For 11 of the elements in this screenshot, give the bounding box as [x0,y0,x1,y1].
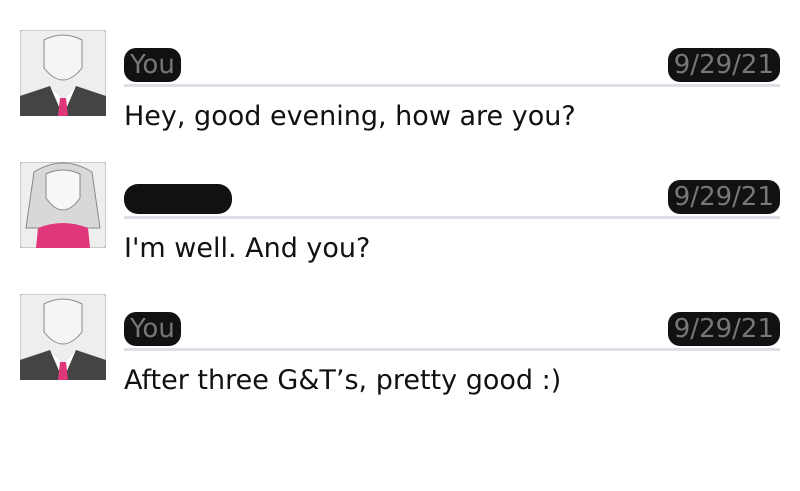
sender-name: You [124,312,181,346]
message-date: 9/29/21 [668,312,780,346]
message-text: Hey, good evening, how are you? [124,100,577,132]
woman-avatar-icon [20,162,106,248]
sender-name: You [124,48,181,82]
man-avatar-icon [20,30,106,116]
message-date: 9/29/21 [668,180,780,214]
message-text: I'm well. And you? [124,232,372,264]
message-text: After three G&T’s, pretty good :) [124,364,562,396]
message-date: 9/29/21 [668,48,780,82]
man-avatar-icon [20,294,106,380]
